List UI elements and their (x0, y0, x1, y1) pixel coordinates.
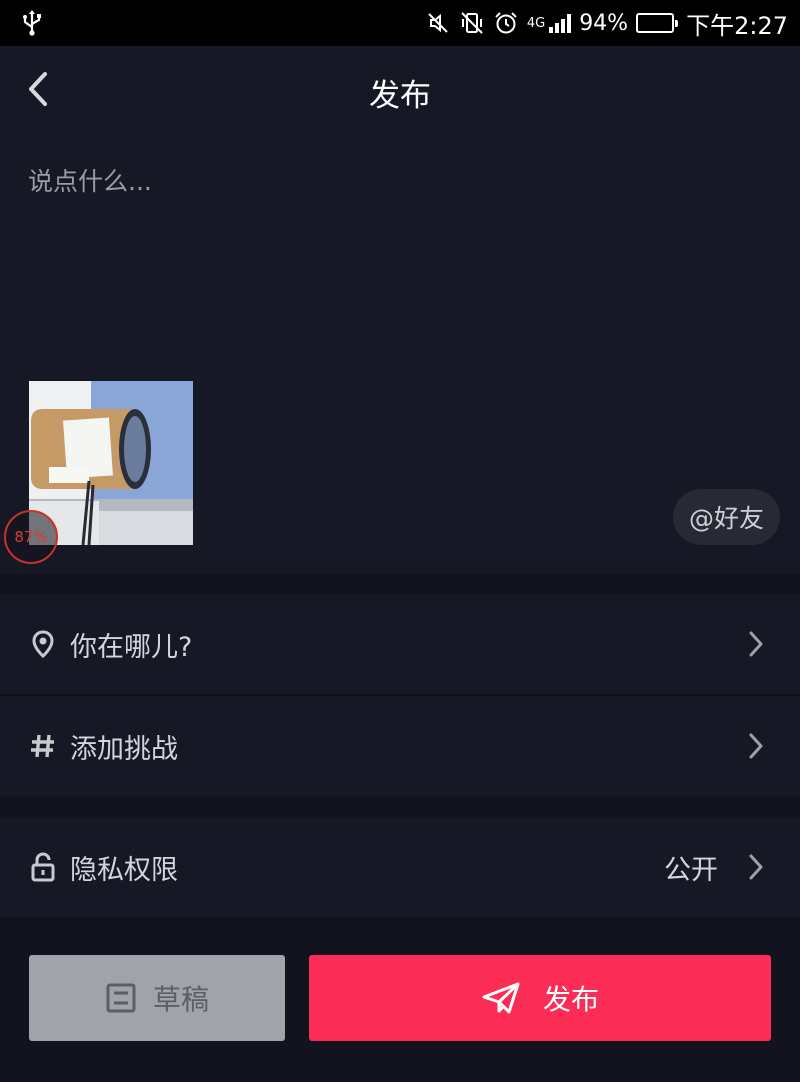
hashtag-icon (29, 732, 57, 760)
location-label: 你在哪儿? (70, 631, 193, 663)
save-draft-button[interactable]: 草稿 (29, 955, 285, 1041)
battery-icon (636, 13, 679, 33)
privacy-label: 隐私权限 (70, 854, 178, 886)
draft-icon (106, 983, 136, 1013)
challenge-label: 添加挑战 (70, 733, 178, 765)
location-pin-icon (29, 630, 57, 658)
mute-icon (428, 13, 448, 33)
privacy-row[interactable]: 隐私权限 公开 (0, 817, 800, 917)
clock: 下午2:27 (686, 11, 788, 40)
app-header: 发布 (0, 46, 800, 132)
mention-friends-button[interactable]: @好友 (673, 489, 780, 545)
chevron-right-icon (749, 733, 763, 759)
page-title: 发布 (369, 78, 431, 114)
battery-percent: 94% (579, 10, 629, 36)
chevron-right-icon (749, 854, 763, 880)
compose-panel: 说点什么... 87% @好友 (0, 132, 800, 574)
location-row[interactable]: 你在哪儿? (0, 594, 800, 694)
caption-input[interactable]: 说点什么... (28, 162, 152, 198)
chevron-right-icon (749, 631, 763, 657)
signal-icon (549, 13, 572, 33)
vibrate-off-icon (461, 12, 483, 34)
upload-progress-badge: 87% (4, 510, 58, 564)
network-type: 4G (526, 15, 546, 31)
unlock-icon (29, 852, 57, 882)
send-icon (482, 982, 520, 1014)
publish-label: 发布 (542, 983, 599, 1016)
privacy-value: 公开 (664, 854, 718, 886)
alarm-icon (495, 12, 517, 34)
draft-label: 草稿 (152, 983, 209, 1016)
publish-button[interactable]: 发布 (309, 955, 771, 1041)
status-bar: 4G 94% 下午2:27 (0, 0, 800, 46)
video-thumbnail[interactable] (29, 381, 193, 545)
challenge-row[interactable]: 添加挑战 (0, 696, 800, 796)
video-thumbnail-image (29, 381, 193, 545)
usb-icon (23, 10, 41, 36)
status-icons: 4G 94% 下午2:27 (425, 0, 788, 46)
